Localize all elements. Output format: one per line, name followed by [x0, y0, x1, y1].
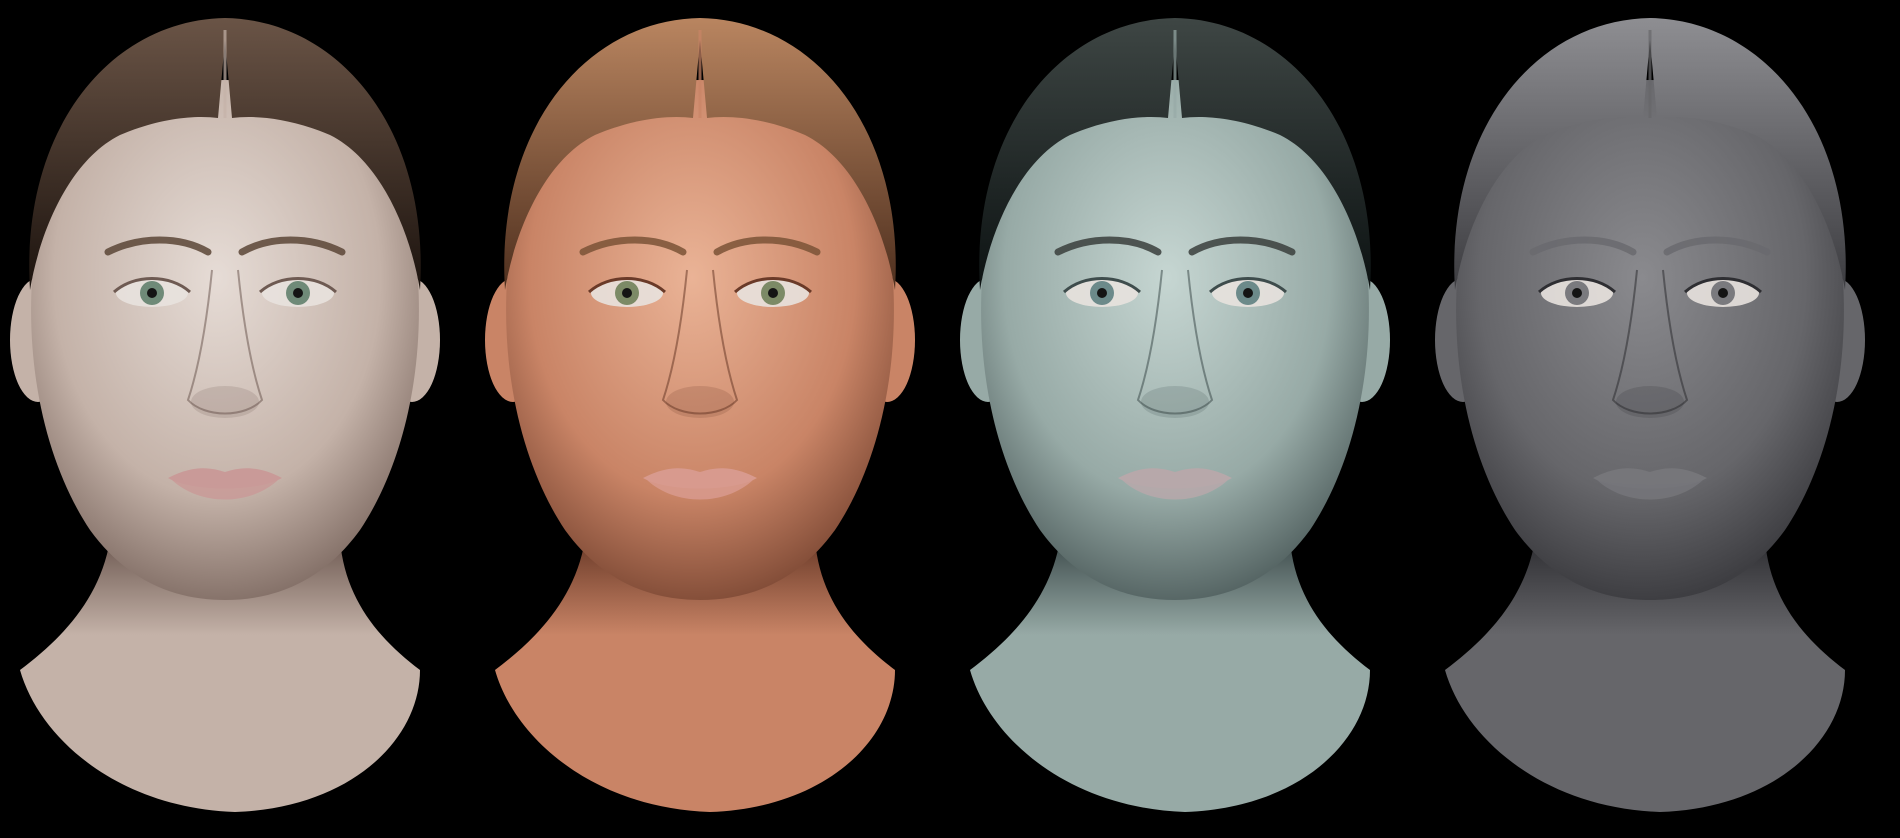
render-comparison-stage: [0, 0, 1900, 838]
head-render-cool: [950, 0, 1425, 838]
nose-tip-shadow: [1141, 386, 1209, 418]
nose-tip-shadow: [191, 386, 259, 418]
nose-tip-shadow: [1616, 386, 1684, 418]
head-render-neutral: [0, 0, 475, 838]
head-render-warm: [475, 0, 950, 838]
head-render-clay: [1425, 0, 1900, 838]
nose-tip-shadow: [666, 386, 734, 418]
